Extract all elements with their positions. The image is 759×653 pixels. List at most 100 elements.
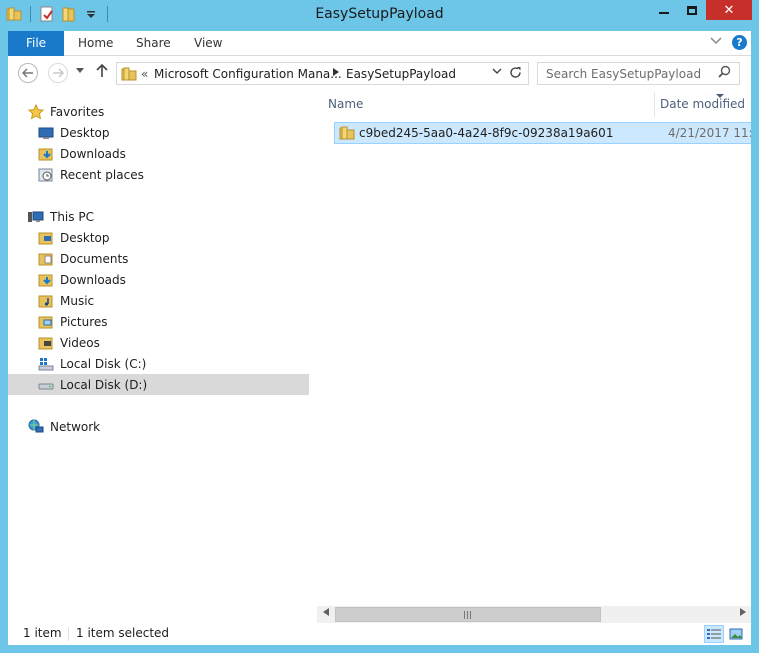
sidebar-item-label: Videos (60, 335, 100, 350)
column-header-name[interactable]: Name (328, 92, 363, 117)
sidebar-item-label: Desktop (60, 230, 110, 245)
navigation-bar: « Microsoft Configuration Mana... EasySe… (8, 56, 751, 92)
maximize-button[interactable] (678, 0, 706, 20)
scroll-right-icon[interactable] (734, 606, 751, 623)
ribbon-right-controls: ? (710, 35, 747, 50)
scrollbar-grip-icon (464, 611, 472, 621)
sidebar-group-this-pc[interactable]: This PC (28, 206, 94, 227)
pictures-folder-icon (38, 314, 54, 330)
network-icon (28, 419, 44, 435)
scrollbar-thumb[interactable] (335, 607, 601, 622)
sidebar-item-local-disk-c[interactable]: Local Disk (C:) (38, 353, 146, 374)
column-header-date-modified[interactable]: Date modified (660, 92, 745, 117)
sidebar-item-favorites-desktop[interactable]: Desktop (38, 122, 110, 143)
sidebar-item-local-disk-d[interactable]: Local Disk (D:) (8, 374, 309, 395)
sidebar-group-favorites[interactable]: Favorites (27, 101, 105, 122)
sidebar-group-label: Favorites (50, 104, 105, 119)
table-row[interactable]: c9bed245-5aa0-4a24-8f9c-09238a19a601 4/2… (334, 122, 751, 144)
search-box[interactable]: Search EasySetupPayload (537, 62, 740, 85)
breadcrumb-overflow[interactable]: « (141, 67, 148, 81)
file-list-pane: Name Date modified c9bed245-5aa0-4a24-8f… (317, 92, 751, 606)
sidebar-item-label: Downloads (60, 272, 126, 287)
back-button[interactable] (18, 63, 38, 83)
close-icon: ✕ (723, 2, 735, 18)
window-controls: ✕ (650, 0, 752, 20)
sidebar-item-videos[interactable]: Videos (38, 332, 100, 353)
large-icons-view-button[interactable] (726, 625, 746, 643)
tab-view[interactable]: View (194, 31, 222, 56)
tab-share[interactable]: Share (136, 31, 171, 56)
navigation-pane: Favorites Desktop Downloads Recent place… (8, 92, 309, 622)
videos-folder-icon (38, 335, 54, 351)
drive-icon (38, 377, 54, 393)
sidebar-item-label: Downloads (60, 146, 126, 161)
sidebar-item-label: Pictures (60, 314, 108, 329)
status-selected-count: 1 item selected (76, 626, 170, 640)
downloads-folder-icon (38, 146, 54, 162)
sidebar-item-downloads[interactable]: Downloads (38, 269, 126, 290)
details-view-button[interactable] (704, 625, 724, 643)
breadcrumb-separator-icon[interactable] (333, 68, 339, 78)
folder-icon (121, 66, 137, 82)
search-icon[interactable] (718, 65, 731, 82)
file-date-modified: 4/21/2017 11:31 A (668, 126, 751, 140)
status-item-count: 1 item (23, 626, 62, 640)
back-arrow-icon (22, 68, 33, 78)
window-content: File Home Share View ? « Microsoft Confi… (8, 31, 751, 645)
music-folder-icon (38, 293, 54, 309)
ribbon: File Home Share View ? (8, 31, 751, 56)
scroll-left-icon[interactable] (317, 606, 334, 623)
address-bar[interactable]: « Microsoft Configuration Mana... EasySe… (116, 62, 529, 85)
up-button[interactable] (96, 63, 108, 82)
horizontal-scrollbar[interactable] (317, 606, 751, 623)
documents-folder-icon (38, 251, 54, 267)
downloads-folder-icon (38, 272, 54, 288)
sidebar-group-network[interactable]: Network (28, 416, 100, 437)
sidebar-item-documents[interactable]: Documents (38, 248, 128, 269)
sidebar-item-music[interactable]: Music (38, 290, 94, 311)
forward-arrow-icon (53, 68, 64, 78)
status-bar: 1 item 1 item selected (8, 623, 751, 645)
minimize-icon (659, 12, 669, 14)
large-icons-view-icon (729, 628, 743, 640)
forward-button[interactable] (48, 63, 68, 83)
up-arrow-icon (96, 63, 108, 77)
recent-places-icon (38, 167, 54, 183)
sidebar-item-label: Music (60, 293, 95, 308)
window-title: EasySetupPayload (315, 6, 444, 22)
sidebar-item-recent-places[interactable]: Recent places (38, 164, 144, 185)
explorer-window: EasySetupPayload ✕ File Home Share View … (0, 0, 759, 653)
sidebar-item-label: Documents (60, 251, 129, 266)
help-icon[interactable]: ? (732, 35, 747, 50)
folder-icon (339, 125, 355, 141)
sidebar-item-label: Local Disk (D:) (60, 377, 148, 392)
desktop-icon (38, 125, 54, 141)
sidebar-group-label: Network (50, 419, 101, 434)
minimize-button[interactable] (650, 0, 678, 20)
recent-locations-icon[interactable] (76, 67, 84, 76)
address-history-dropdown-icon[interactable] (492, 67, 502, 77)
column-divider[interactable] (654, 92, 655, 117)
refresh-icon[interactable] (509, 66, 522, 83)
sidebar-item-label: Recent places (60, 167, 144, 182)
sidebar-item-label: Desktop (60, 125, 110, 140)
computer-icon (28, 209, 44, 225)
system-drive-icon (38, 356, 54, 372)
sidebar-item-desktop[interactable]: Desktop (38, 227, 110, 248)
sidebar-group-label: This PC (50, 209, 94, 224)
close-button[interactable]: ✕ (706, 0, 752, 20)
desktop-folder-icon (38, 230, 54, 246)
details-view-icon (707, 629, 721, 639)
sidebar-item-favorites-downloads[interactable]: Downloads (38, 143, 126, 164)
file-name: c9bed245-5aa0-4a24-8f9c-09238a19a601 (359, 126, 614, 140)
title-bar: EasySetupPayload ✕ (0, 0, 759, 31)
tab-home[interactable]: Home (78, 31, 113, 56)
breadcrumb-item[interactable]: Microsoft Configuration Mana... (154, 67, 342, 81)
tab-file[interactable]: File (8, 31, 64, 56)
sidebar-item-label: Local Disk (C:) (60, 356, 147, 371)
expand-ribbon-chevron-icon[interactable] (710, 37, 722, 48)
star-icon (27, 103, 45, 120)
breadcrumb-item[interactable]: EasySetupPayload (346, 67, 456, 81)
sidebar-item-pictures[interactable]: Pictures (38, 311, 108, 332)
search-placeholder: Search EasySetupPayload (546, 67, 702, 81)
